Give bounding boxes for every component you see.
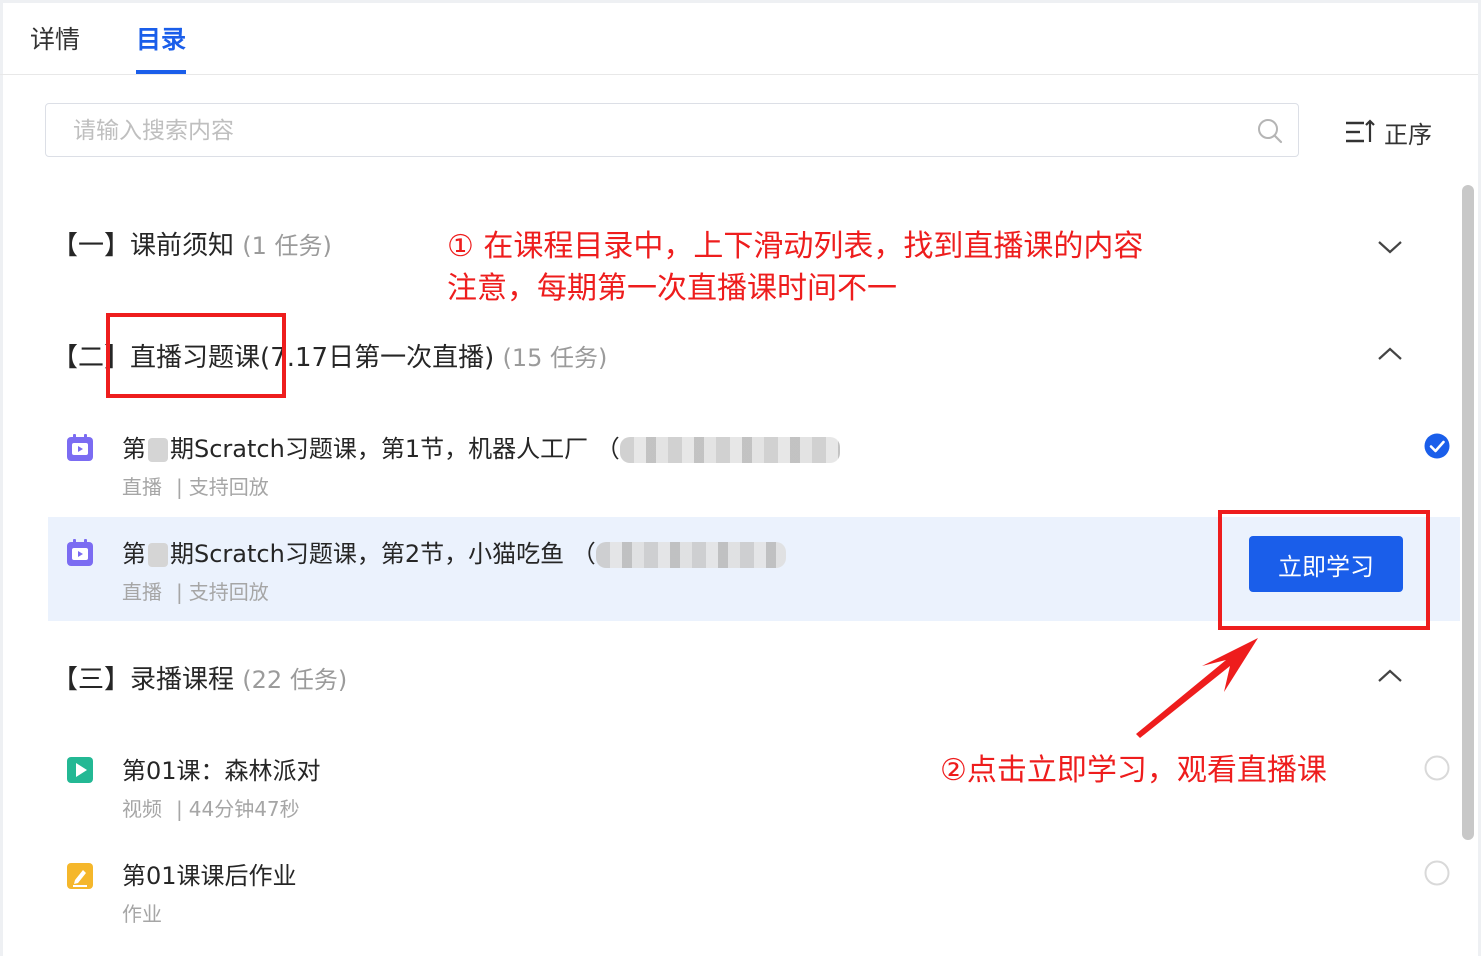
lesson-meta: 直播 | 支持回放 (122, 473, 269, 501)
blurred-text (619, 437, 840, 463)
section-header-1[interactable]: 【一】课前须知 (1 任务) (52, 228, 332, 264)
lesson-row[interactable]: 第期Scratch习题课，第1节，机器人工厂 （ 直播 | 支持回放 (48, 414, 1460, 518)
lesson-title: 第期Scratch习题课，第2节，小猫吃鱼 （ (122, 537, 786, 571)
annotation-highlight-button (1218, 510, 1430, 630)
blurred-text (148, 438, 168, 462)
chevron-up-icon[interactable] (1376, 667, 1404, 685)
lesson-meta: 直播 | 支持回放 (122, 578, 269, 606)
lesson-title: 第01课课后作业 (122, 862, 297, 890)
scrollbar[interactable] (1462, 185, 1474, 840)
not-started-circle-icon (1424, 755, 1450, 781)
annotation-highlight-live-section (106, 313, 286, 398)
section-prefix: 【一】 (52, 231, 131, 261)
section-title: 课前须知 (130, 231, 235, 261)
annotation-note-1: ① 在课程目录中，上下滑动列表，找到直播课的内容 (447, 229, 1144, 264)
lesson-type: 视频 (122, 797, 162, 821)
lesson-title-text: 期Scratch习题课，第1节，机器人工厂 （ (170, 435, 620, 463)
live-icon (67, 434, 93, 461)
lesson-meta: 作业 (122, 900, 162, 928)
section-count: (15 任务) (502, 344, 608, 372)
tab-bar: 详情 目录 (0, 0, 1478, 75)
blurred-text (148, 543, 168, 567)
search-input[interactable] (71, 113, 1225, 149)
section-count: (1 任务) (242, 232, 332, 260)
chevron-down-icon[interactable] (1376, 238, 1404, 256)
window-frame-left (0, 0, 3, 956)
video-icon (67, 757, 93, 783)
lesson-title-prefix: 第 (122, 435, 146, 463)
meta-separator: | (176, 475, 183, 499)
annotation-note-2: ②点击立即学习，观看直播课 (940, 753, 1327, 788)
annotation-arrow-icon (1136, 638, 1258, 738)
tab-details[interactable]: 详情 (30, 22, 80, 58)
sort-toggle[interactable]: 正序 (1344, 116, 1432, 149)
active-tab-indicator (136, 70, 186, 74)
section-note: (7.17日第一次直播) (260, 343, 495, 373)
lesson-meta: 视频 | 44分钟47秒 (122, 795, 300, 823)
section-header-3[interactable]: 【三】录播课程 (22 任务) (52, 662, 347, 698)
section-title: 录播课程 (130, 665, 235, 695)
lesson-info: 44分钟47秒 (188, 797, 300, 821)
section-count: (22 任务) (242, 666, 348, 694)
lesson-title: 第01课：森林派对 (122, 757, 321, 785)
completed-check-icon (1424, 433, 1450, 459)
lesson-title-text: 期Scratch习题课，第2节，小猫吃鱼 （ (170, 540, 596, 568)
homework-icon (67, 863, 93, 889)
lesson-info: 支持回放 (188, 475, 269, 499)
lesson-title-prefix: 第 (122, 540, 146, 568)
blurred-text (595, 542, 786, 568)
sort-icon (1346, 119, 1375, 143)
annotation-note-1b: 注意，每期第一次直播课时间不一 (447, 271, 897, 306)
lesson-row[interactable]: 第01课课后作业 作业 (48, 842, 1460, 946)
lesson-type: 直播 (122, 475, 162, 499)
lesson-title: 第期Scratch习题课，第1节，机器人工厂 （ (122, 432, 840, 466)
lesson-type: 作业 (122, 902, 162, 926)
not-started-circle-icon (1424, 860, 1450, 886)
search-box (45, 103, 1299, 157)
lesson-info: 支持回放 (188, 580, 269, 604)
lesson-type: 直播 (122, 580, 162, 604)
meta-separator: | (176, 580, 183, 604)
live-icon (67, 539, 93, 566)
search-icon[interactable] (1256, 117, 1284, 145)
sort-label: 正序 (1384, 120, 1432, 149)
tab-catalog[interactable]: 目录 (136, 22, 186, 58)
chevron-up-icon[interactable] (1376, 345, 1404, 363)
meta-separator: | (176, 797, 183, 821)
section-prefix: 【三】 (52, 665, 131, 695)
